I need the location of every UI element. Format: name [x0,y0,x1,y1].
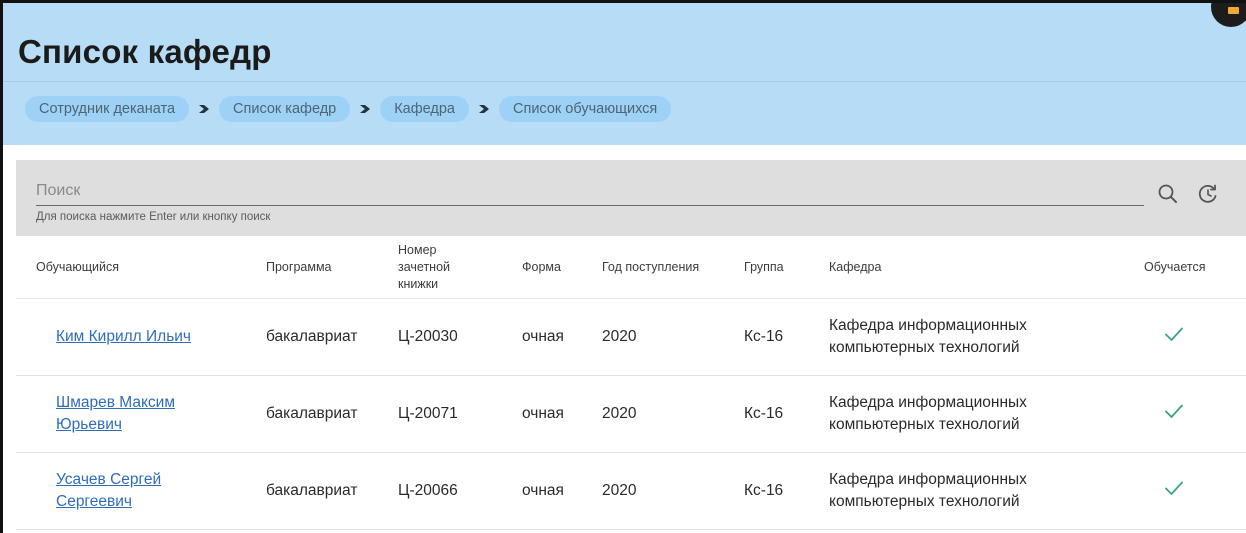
department-cell: Кафедра информационных компьютерных техн… [829,375,1144,453]
column-header-student[interactable]: Обучающийся [16,236,266,299]
program-cell: бакалавриат [266,452,398,530]
department-label: Кафедра информационных компьютерных техн… [829,471,1027,510]
chevron-right-icon [189,96,219,122]
record-book-cell: Ц-20066 [398,452,522,530]
breadcrumb: Сотрудник деканата Список кафедр Кафедра… [25,96,672,122]
column-header-admission-year-label: Год поступления [602,259,700,274]
student-cell: Шмарев Максим Юрьевич [16,375,266,453]
chevron-right-icon [469,96,499,122]
column-header-record-book-label: Номер зачетной книжки [398,242,451,291]
search-icon[interactable] [1154,180,1182,208]
breadcrumb-item-student-list[interactable]: Список обучающихся [499,96,672,122]
checkmark-icon [1144,326,1184,349]
flag-icon [1228,7,1239,14]
breadcrumb-item-department[interactable]: Кафедра [380,96,469,122]
column-header-form[interactable]: Форма [522,236,602,299]
admission-year-cell: 2020 [602,375,744,453]
student-link[interactable]: Ким Кирилл Ильич [56,326,226,348]
student-link[interactable]: Усачев Сергей Сергеевич [56,469,226,513]
table-row[interactable]: Усачев Сергей Сергеевич бакалавриат Ц-20… [16,452,1246,530]
form-cell: очная [522,298,602,376]
department-cell: Кафедра информационных компьютерных техн… [829,452,1144,530]
active-cell [1144,375,1246,453]
table-header-row: Обучающийся Программа Номер зачетной кни… [16,236,1246,299]
column-header-department[interactable]: Кафедра [829,236,1144,299]
page-header: Список кафедр Сотрудник деканата Список … [3,3,1246,145]
students-panel: Поиск Для поиска нажмите Enter или кнопк… [16,160,1246,533]
page-title: Список кафедр [18,33,272,70]
admission-year-cell: 2020 [602,452,744,530]
column-header-group[interactable]: Группа [744,236,829,299]
student-link[interactable]: Шмарев Максим Юрьевич [56,392,226,436]
program-cell: бакалавриат [266,298,398,376]
record-book-cell: Ц-20071 [398,375,522,453]
app-window: Список кафедр Сотрудник деканата Список … [0,0,1246,533]
breadcrumb-item-employee[interactable]: Сотрудник деканата [25,96,190,122]
header-divider [3,81,1246,82]
refresh-icon[interactable] [1194,180,1222,208]
program-cell: бакалавриат [266,375,398,453]
column-header-record-book[interactable]: Номер зачетной книжки [398,236,522,299]
table-row[interactable]: Ким Кирилл Ильич бакалавриат Ц-20030 очн… [16,298,1246,376]
column-header-program[interactable]: Программа [266,236,398,299]
column-header-active[interactable]: Обучается [1144,236,1246,299]
department-label: Кафедра информационных компьютерных техн… [829,317,1027,356]
chevron-right-icon [350,96,380,122]
department-label: Кафедра информационных компьютерных техн… [829,394,1027,433]
search-hint: Для поиска нажмите Enter или кнопку поис… [36,211,271,223]
table-row[interactable]: Шмарев Максим Юрьевич бакалавриат Ц-2007… [16,375,1246,453]
column-header-admission-year[interactable]: Год поступления [602,236,744,299]
checkmark-icon [1144,403,1184,426]
admission-year-cell: 2020 [602,298,744,376]
record-book-cell: Ц-20030 [398,298,522,376]
students-table: Обучающийся Программа Номер зачетной кни… [16,236,1246,530]
breadcrumb-item-department-list[interactable]: Список кафедр [219,96,351,122]
active-cell [1144,452,1246,530]
form-cell: очная [522,452,602,530]
student-cell: Ким Кирилл Ильич [16,298,266,376]
active-cell [1144,298,1246,376]
form-cell: очная [522,375,602,453]
student-cell: Усачев Сергей Сергеевич [16,452,266,530]
group-cell: Кс-16 [744,452,829,530]
search-bar: Поиск Для поиска нажмите Enter или кнопк… [16,160,1246,236]
group-cell: Кс-16 [744,375,829,453]
department-cell: Кафедра информационных компьютерных техн… [829,298,1144,376]
group-cell: Кс-16 [744,298,829,376]
search-input-underline [36,205,1144,206]
checkmark-icon [1144,480,1184,503]
search-input[interactable]: Поиск [36,182,80,200]
